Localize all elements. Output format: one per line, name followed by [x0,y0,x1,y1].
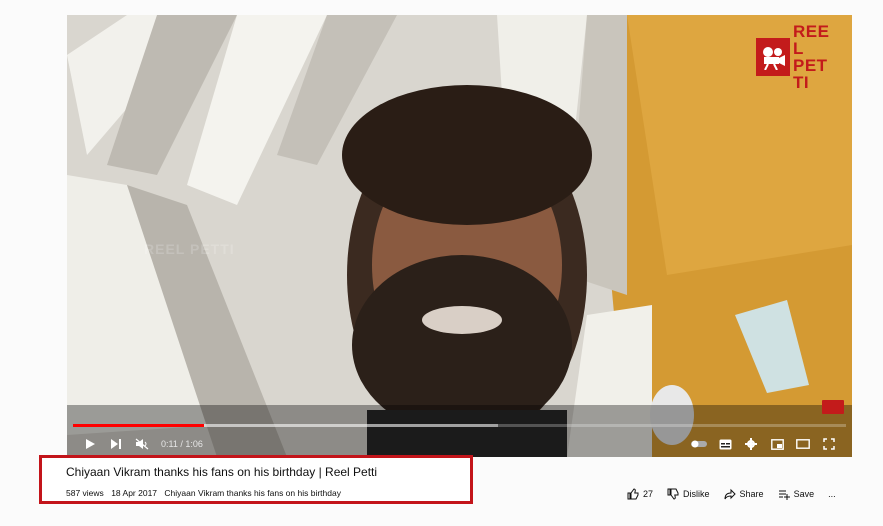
video-frame [67,15,852,457]
miniplayer-button[interactable] [764,432,790,456]
thumbs-down-icon [667,488,679,500]
played-bar [73,424,205,427]
description-snippet: Chiyaan Vikram thanks his fans on his bi… [164,488,341,498]
miniplayer-icon [770,438,784,450]
like-button[interactable]: 27 [627,488,653,500]
share-label: Share [739,489,764,499]
play-icon [86,439,95,449]
dislike-button[interactable]: Dislike [667,488,710,500]
upload-date: 18 Apr 2017 [111,488,158,498]
add-to-playlist-icon [778,490,790,500]
more-label: ... [828,489,836,499]
next-icon [111,439,121,449]
subtitles-icon [719,439,731,449]
mute-button[interactable] [129,432,155,456]
autoplay-toggle[interactable] [686,432,712,456]
dislike-label: Dislike [683,489,710,499]
settings-button[interactable] [738,432,764,456]
video-watermark: REEL PETTI [144,241,235,257]
theater-mode-button[interactable] [790,432,816,456]
video-meta: 587 views 18 Apr 2017 Chiyaan Vikram tha… [66,488,346,498]
share-button[interactable]: Share [724,488,764,500]
projector-icon [756,38,790,76]
fullscreen-icon [823,438,835,450]
like-count: 27 [643,489,654,499]
progress-bar[interactable] [73,424,846,427]
subtitles-button[interactable] [712,432,738,456]
view-count: 587 views [66,488,104,498]
next-button[interactable] [103,432,129,456]
video-actions: 27 Dislike Share Save ... [627,486,836,502]
theater-mode-icon [796,439,810,449]
save-label: Save [793,489,815,499]
save-button[interactable]: Save [778,488,815,500]
thumbs-up-icon [627,488,639,500]
gear-icon [745,438,757,450]
fullscreen-button[interactable] [816,432,842,456]
muted-volume-icon [135,438,149,450]
video-player[interactable]: REEL PETTI REEL PETTI 0:11 / 1:06 [67,15,852,457]
time-display: 0:11 / 1:06 [161,439,203,449]
video-title: Chiyaan Vikram thanks his fans on his bi… [66,465,378,479]
share-icon [724,488,736,500]
channel-logo-text: REEL PETTI [793,22,830,92]
player-controls: 0:11 / 1:06 [67,431,852,457]
play-button[interactable] [77,432,103,456]
channel-logo: REEL PETTI [756,23,834,91]
autoplay-toggle-icon [691,440,707,448]
more-button[interactable]: ... [828,489,836,499]
mini-channel-logo [822,400,844,414]
